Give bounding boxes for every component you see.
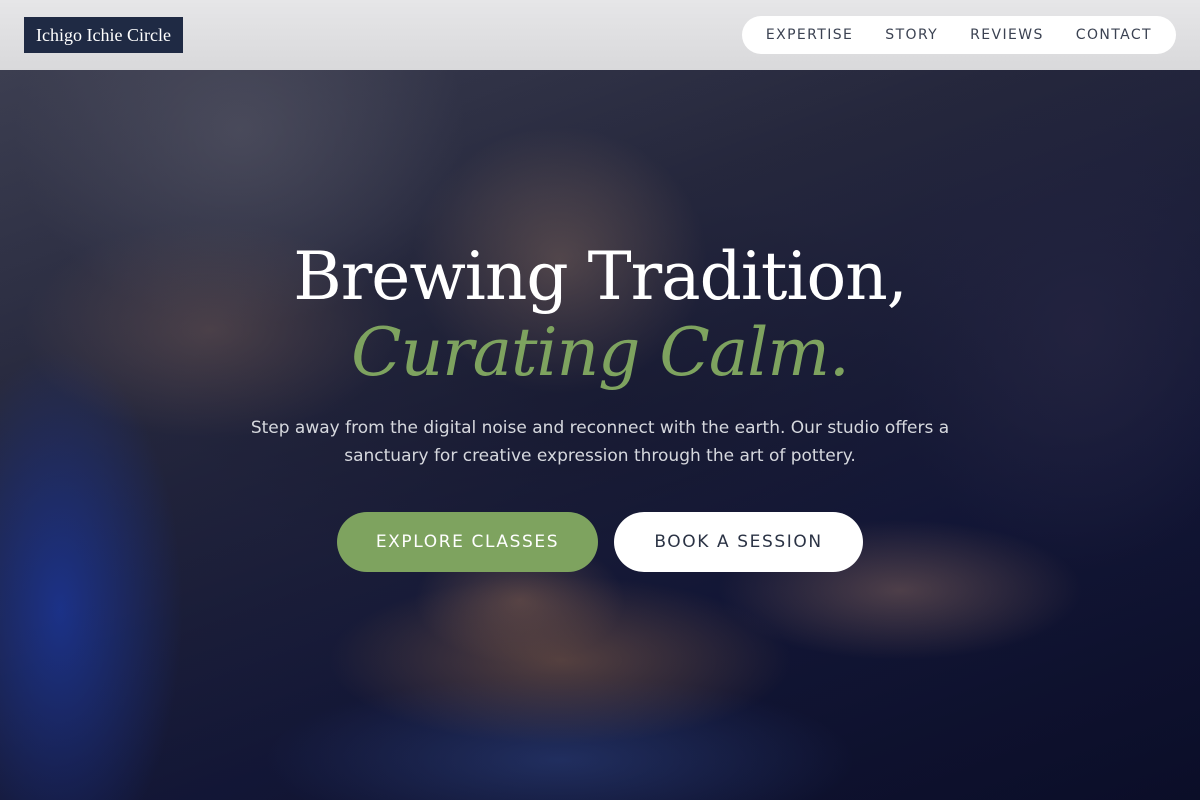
explore-classes-button[interactable]: EXPLORE CLASSES [337,512,598,572]
nav-item-reviews[interactable]: REVIEWS [954,27,1060,43]
nav-item-story[interactable]: STORY [869,27,954,43]
nav-item-expertise[interactable]: EXPERTISE [750,27,869,43]
hero-headline: Brewing Tradition, [293,238,908,315]
hero-subtext: Step away from the digital noise and rec… [250,418,950,466]
site-header: Ichigo Ichie Circle EXPERTISE STORY REVI… [0,0,1200,70]
hero-cta-row: EXPLORE CLASSES BOOK A SESSION [0,512,1200,572]
hero-headline-accent: Curating Calm. [351,314,850,391]
brand-logo[interactable]: Ichigo Ichie Circle [24,17,183,53]
nav-item-contact[interactable]: CONTACT [1060,27,1168,43]
hero-section: Brewing Tradition, Curating Calm. Step a… [0,236,1200,572]
main-nav: EXPERTISE STORY REVIEWS CONTACT [741,16,1176,54]
book-session-button[interactable]: BOOK A SESSION [614,512,863,572]
